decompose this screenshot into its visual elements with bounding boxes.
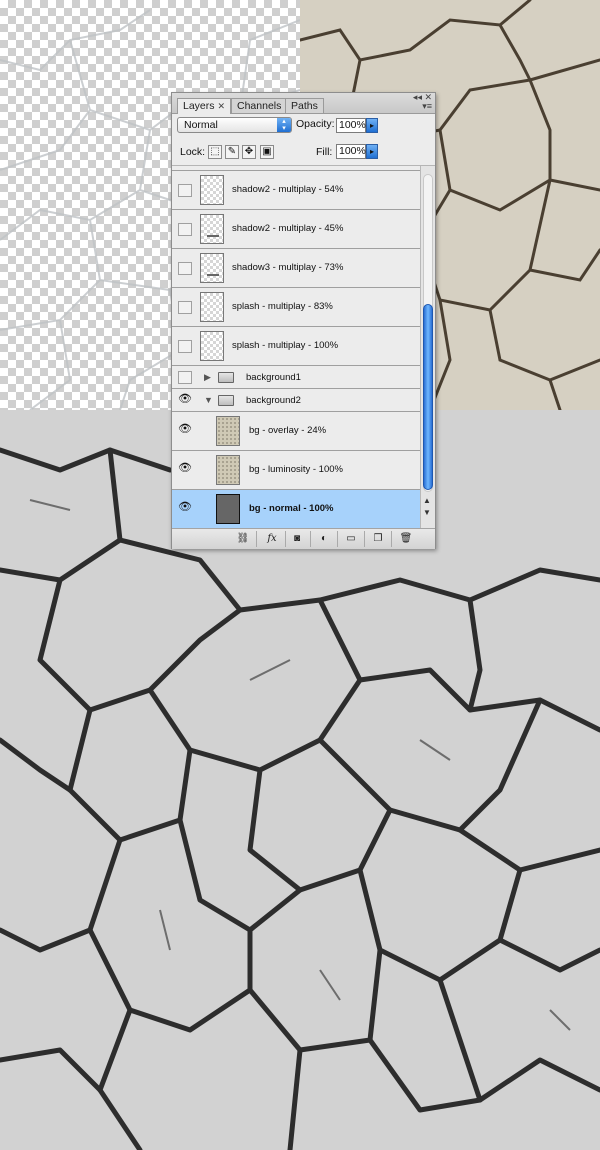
scroll-down-icon[interactable]: ▼ xyxy=(423,508,431,517)
trash-icon[interactable]: 🗑 xyxy=(398,532,414,545)
tab-channels-label: Channels xyxy=(237,100,282,112)
mask-icon[interactable]: ◙ xyxy=(290,532,304,545)
folder-icon xyxy=(218,372,234,383)
visibility-toggle[interactable] xyxy=(178,262,192,275)
tab-layers[interactable]: Layers ✕ xyxy=(177,98,232,114)
blend-mode-value: Normal xyxy=(184,119,218,131)
tab-paths-label: Paths xyxy=(291,100,318,112)
layer-thumbnail xyxy=(200,253,224,283)
layer-row[interactable]: shadow3 - multiplay - 73% xyxy=(172,249,420,288)
layer-name: bg - overlay - 24% xyxy=(249,425,327,436)
fx-icon[interactable]: fx xyxy=(262,532,282,545)
eye-icon[interactable]: 👁 xyxy=(178,424,192,437)
group-row-background2[interactable]: 👁 ▼ background2 xyxy=(172,389,420,412)
tab-layers-label: Layers xyxy=(183,100,215,112)
opacity-label: Opacity: xyxy=(296,118,335,130)
folder-icon xyxy=(218,395,234,406)
layer-row[interactable]: splash - multiplay - 83% xyxy=(172,288,420,327)
fill-label: Fill: xyxy=(316,146,333,158)
lock-brush-icon[interactable]: ✎ xyxy=(225,145,239,159)
scroll-up-icon[interactable]: ▲ xyxy=(423,496,431,505)
group-row-background1[interactable]: ▶ background1 xyxy=(172,366,420,389)
layer-name: shadow2 - multiplay - 45% xyxy=(232,223,344,234)
new-layer-icon[interactable]: ❐ xyxy=(370,532,386,545)
new-group-icon[interactable]: ▭ xyxy=(343,532,359,545)
layer-row[interactable]: shadow2 - multiplay - 45% xyxy=(172,210,420,249)
panel-menu-icon[interactable]: ▾≡ xyxy=(413,102,432,111)
layer-thumbnail xyxy=(200,331,224,361)
adjustment-icon[interactable]: ◐ xyxy=(316,532,332,545)
layer-thumbnail xyxy=(216,455,240,485)
layer-row[interactable]: 👁 bg - overlay - 24% xyxy=(172,412,420,451)
lock-transparency-icon[interactable]: ⬚ xyxy=(208,145,222,159)
opacity-slider-button[interactable]: ▸ xyxy=(366,118,378,133)
blend-mode-select[interactable]: Normal ▴ ▾ xyxy=(177,117,292,133)
layer-name: splash - multiplay - 100% xyxy=(232,340,339,351)
layer-thumbnail xyxy=(200,175,224,205)
layer-name: shadow2 - multiplay - 54% xyxy=(232,184,344,195)
layer-thumbnail xyxy=(216,416,240,446)
tab-paths[interactable]: Paths xyxy=(285,98,324,113)
layer-name: splash - multiplay - 83% xyxy=(232,301,333,312)
layer-name: shadow3 - multiplay - 73% xyxy=(232,262,344,273)
panel-controls: ◂◂ ✕ ▾≡ xyxy=(413,93,432,111)
visibility-toggle[interactable] xyxy=(178,371,192,384)
layer-row[interactable]: splash - multiplay - 100% xyxy=(172,327,420,366)
collapse-triangle-icon[interactable]: ▼ xyxy=(204,395,213,405)
fill-input[interactable]: 100% xyxy=(336,144,366,159)
fill-slider-button[interactable]: ▸ xyxy=(366,144,378,159)
opacity-input[interactable]: 100% xyxy=(336,118,366,133)
layer-row[interactable]: shadow2 - multiplay - 54% xyxy=(172,171,420,210)
lock-fill-row: Lock: ⬚ ✎ ✥ ▣ Fill: 100% ▸ xyxy=(172,137,435,166)
close-tab-icon[interactable]: ✕ xyxy=(218,101,226,111)
scroll-thumb[interactable] xyxy=(423,304,433,490)
lock-all-icon[interactable]: ▣ xyxy=(260,145,274,159)
layer-list: shadow2 - multiplay - 54% shadow2 - mult… xyxy=(172,166,420,528)
layer-thumbnail xyxy=(216,494,240,524)
group-name: background2 xyxy=(246,395,301,406)
visibility-toggle[interactable] xyxy=(178,301,192,314)
eye-icon[interactable]: 👁 xyxy=(178,394,192,407)
visibility-toggle[interactable] xyxy=(178,340,192,353)
group-name: background1 xyxy=(246,372,301,383)
tab-channels[interactable]: Channels xyxy=(231,98,288,113)
select-arrows-icon: ▴ ▾ xyxy=(277,118,291,132)
layer-row-selected[interactable]: 👁 bg - normal - 100% xyxy=(172,490,420,528)
eye-icon[interactable]: 👁 xyxy=(178,463,192,476)
visibility-toggle[interactable] xyxy=(178,184,192,197)
panel-tab-bar: Layers ✕ Channels Paths ◂◂ ✕ ▾≡ xyxy=(172,93,435,114)
panel-bottom-toolbar: ⛓ fx ◙ ◐ ▭ ❐ 🗑 xyxy=(172,528,435,549)
layer-name: bg - luminosity - 100% xyxy=(249,464,343,475)
blend-opacity-row: Normal ▴ ▾ Opacity: 100% ▸ xyxy=(172,114,435,136)
link-layers-icon[interactable]: ⛓ xyxy=(234,532,252,545)
layers-panel: Layers ✕ Channels Paths ◂◂ ✕ ▾≡ Normal ▴ ▾… xyxy=(171,92,436,549)
layer-thumbnail xyxy=(200,214,224,244)
visibility-toggle[interactable] xyxy=(178,223,192,236)
layer-name: bg - normal - 100% xyxy=(249,503,334,514)
layer-row[interactable]: 👁 bg - luminosity - 100% xyxy=(172,451,420,490)
eye-icon[interactable]: 👁 xyxy=(178,502,192,515)
lock-label: Lock: xyxy=(180,146,206,158)
layer-scrollbar[interactable]: ▲ ▼ xyxy=(420,166,435,528)
layer-thumbnail xyxy=(200,292,224,322)
expand-triangle-icon[interactable]: ▶ xyxy=(204,372,211,383)
lock-move-icon[interactable]: ✥ xyxy=(242,145,256,159)
